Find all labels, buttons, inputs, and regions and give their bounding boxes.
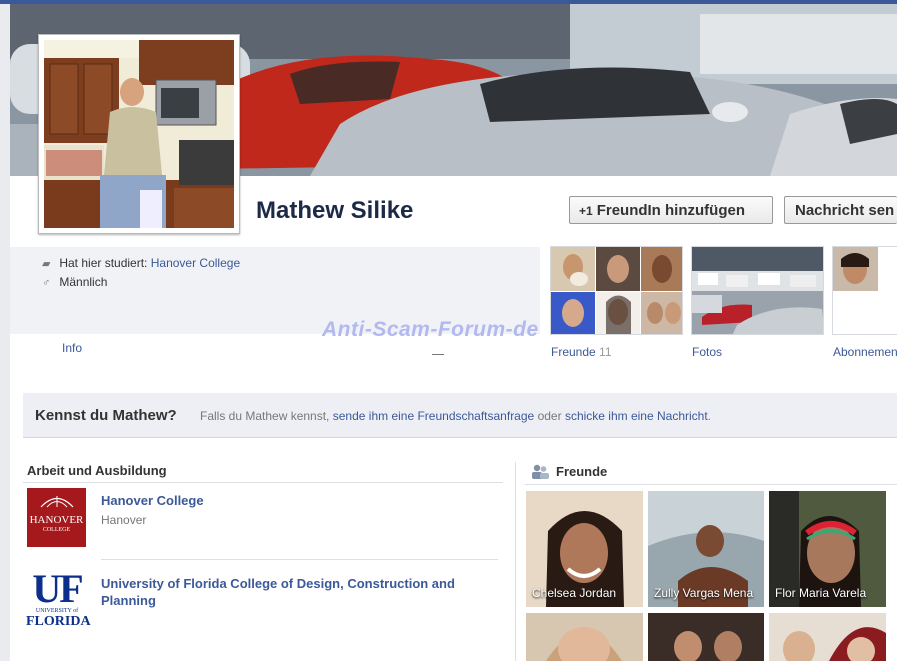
know-person-text: Falls du Mathew kennst, sende ihm eine F… bbox=[200, 409, 712, 423]
work-education-divider bbox=[23, 482, 503, 483]
tab-friends[interactable]: Freunde 11 bbox=[551, 345, 612, 359]
send-message-link[interactable]: schicke ihm eine Nachricht bbox=[565, 409, 708, 423]
hanover-logo[interactable]: HANOVER COLLEGE bbox=[27, 488, 86, 547]
uf-college-link[interactable]: University of Florida College of Design,… bbox=[101, 575, 481, 609]
work-education-title: Arbeit und Ausbildung bbox=[27, 463, 167, 478]
tab-photos[interactable]: Fotos bbox=[692, 345, 722, 359]
school-icon: ▰ bbox=[42, 258, 51, 270]
profile-image bbox=[44, 40, 234, 228]
friends-tile[interactable] bbox=[550, 246, 683, 335]
subscriptions-tile-image bbox=[833, 247, 897, 334]
friend-name: Flor Maria Varela bbox=[775, 586, 867, 600]
friend-photo bbox=[648, 613, 764, 661]
studied-row: ▰ Hat hier studiert: Hanover College bbox=[42, 256, 241, 270]
uf-logo[interactable]: UF UNIVERSITY of FLORIDA bbox=[26, 569, 91, 632]
watermark: Anti-Scam-Forum-de bbox=[322, 318, 539, 341]
friend-tile[interactable] bbox=[648, 613, 764, 661]
friends-tile-image bbox=[551, 247, 682, 334]
profile-picture-frame[interactable] bbox=[38, 34, 240, 234]
gender-row: ♂ Männlich bbox=[42, 275, 108, 289]
friend-tile[interactable] bbox=[526, 613, 643, 661]
friend-tile[interactable]: Flor Maria Varela bbox=[769, 491, 886, 607]
subscriptions-tile[interactable] bbox=[832, 246, 897, 335]
friend-photo bbox=[526, 613, 643, 661]
add-friend-icon: +1 bbox=[579, 204, 593, 218]
add-friend-button[interactable]: +1 FreundIn hinzufügen bbox=[569, 196, 773, 224]
friend-tile[interactable]: Chelsea Jordan bbox=[526, 491, 643, 607]
gender-icon: ♂ bbox=[42, 277, 51, 289]
friends-section-icon bbox=[531, 463, 549, 484]
friends-icon bbox=[532, 464, 549, 479]
studied-school-link[interactable]: Hanover College bbox=[151, 256, 240, 270]
tab-subscriptions[interactable]: Abonnemen bbox=[833, 345, 897, 359]
friends-divider bbox=[525, 484, 897, 485]
friends-section-title: Freunde bbox=[556, 464, 608, 479]
message-button[interactable]: Nachricht sen bbox=[784, 196, 897, 224]
friends-count: 11 bbox=[599, 345, 612, 359]
photos-tile[interactable] bbox=[691, 246, 824, 335]
friend-photo bbox=[769, 613, 886, 661]
hanover-college-link[interactable]: Hanover College bbox=[101, 493, 204, 508]
know-person-title: Kennst du Mathew? bbox=[35, 407, 177, 424]
column-divider bbox=[515, 462, 516, 661]
friend-tile[interactable]: Zully Vargas Mena bbox=[648, 491, 764, 607]
tab-divider-mark bbox=[432, 354, 444, 355]
left-gutter bbox=[0, 4, 10, 661]
hanover-crest-icon bbox=[40, 496, 73, 508]
photos-tile-image bbox=[692, 247, 823, 334]
send-friend-request-link[interactable]: sende ihm eine Freundschaftsanfrage bbox=[333, 409, 534, 423]
friend-name: Chelsea Jordan bbox=[532, 586, 617, 600]
education-item-divider bbox=[101, 559, 498, 560]
hanover-location: Hanover bbox=[101, 513, 147, 527]
friend-tile[interactable] bbox=[769, 613, 886, 661]
profile-picture[interactable] bbox=[44, 40, 234, 228]
tab-info[interactable]: Info bbox=[62, 341, 82, 355]
friend-name: Zully Vargas Mena bbox=[654, 586, 754, 600]
profile-name: Mathew Silike bbox=[256, 197, 414, 224]
